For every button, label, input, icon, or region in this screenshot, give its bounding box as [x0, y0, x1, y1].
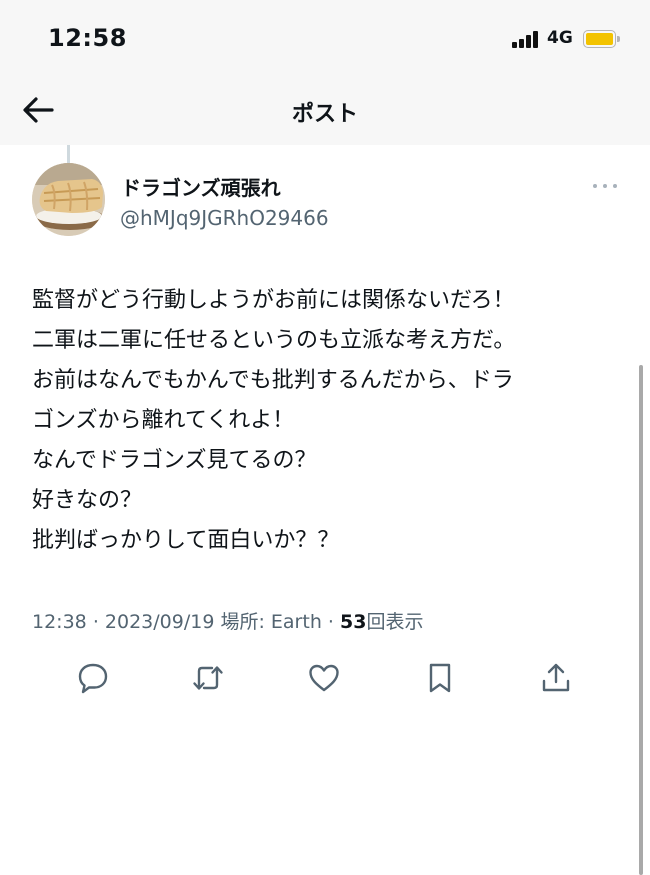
more-options-button[interactable] [590, 176, 620, 196]
views-label: 回表示 [366, 611, 424, 633]
food-photo-avatar [32, 163, 105, 236]
signal-icon [512, 30, 542, 48]
like-icon [309, 664, 339, 692]
tweet-line: ゴンズから離れてくれよ！ [32, 408, 295, 433]
post-time[interactable]: 12:38 [32, 611, 87, 633]
network-type: 4G [547, 28, 573, 48]
meta-separator: · [327, 611, 334, 633]
post-location: 場所: Earth [220, 611, 322, 633]
meta-separator: · [92, 611, 99, 633]
status-time: 12:58 [48, 24, 127, 52]
tweet-line: 監督がどう行動しようがお前には関係ないだろ！ [32, 288, 515, 313]
author-handle[interactable]: @hMJq9JGRhO29466 [120, 206, 329, 230]
tweet-metadata: 12:38 · 2023/09/19 場所: Earth · 53回表示 [32, 607, 423, 634]
reply-icon [78, 663, 108, 694]
tweet-line: なんでドラゴンズ見てるの？ [32, 448, 317, 473]
status-bar: 12:58 4G [0, 0, 650, 80]
bookmark-icon [429, 663, 451, 693]
reply-button[interactable] [75, 660, 111, 696]
author-display-name[interactable]: ドラゴンズ頑張れ [121, 172, 281, 201]
page-title: ポスト [291, 102, 358, 127]
tweet-text: 監督がどう行動しようがお前には関係ないだろ！ 二軍は二軍に任せるというのも立派な… [32, 281, 632, 561]
like-button[interactable] [306, 660, 342, 696]
avatar[interactable] [32, 163, 105, 236]
battery-icon [583, 30, 620, 48]
tweet-line: 二軍は二軍に任せるというのも立派な考え方だ。 [32, 328, 516, 353]
retweet-button[interactable] [190, 660, 226, 696]
back-button[interactable] [18, 90, 62, 130]
thread-connector [67, 145, 70, 163]
tweet-line: お前はなんでもかんでも批判するんだから、ドラ [32, 368, 514, 393]
post-date[interactable]: 2023/09/19 [105, 611, 215, 633]
tweet-line: 好きなの？ [32, 488, 143, 513]
retweet-icon [193, 666, 223, 690]
action-bar [0, 660, 650, 696]
views-count: 53 [340, 611, 367, 633]
arrow-left-icon [23, 97, 54, 123]
share-icon [542, 663, 570, 692]
scrollbar[interactable] [639, 365, 643, 875]
tweet-line: 批判ばっかりして面白いか？？ [32, 528, 340, 553]
share-button[interactable] [538, 660, 574, 696]
bookmark-button[interactable] [422, 660, 458, 696]
navigation-bar: ポスト [0, 80, 650, 140]
